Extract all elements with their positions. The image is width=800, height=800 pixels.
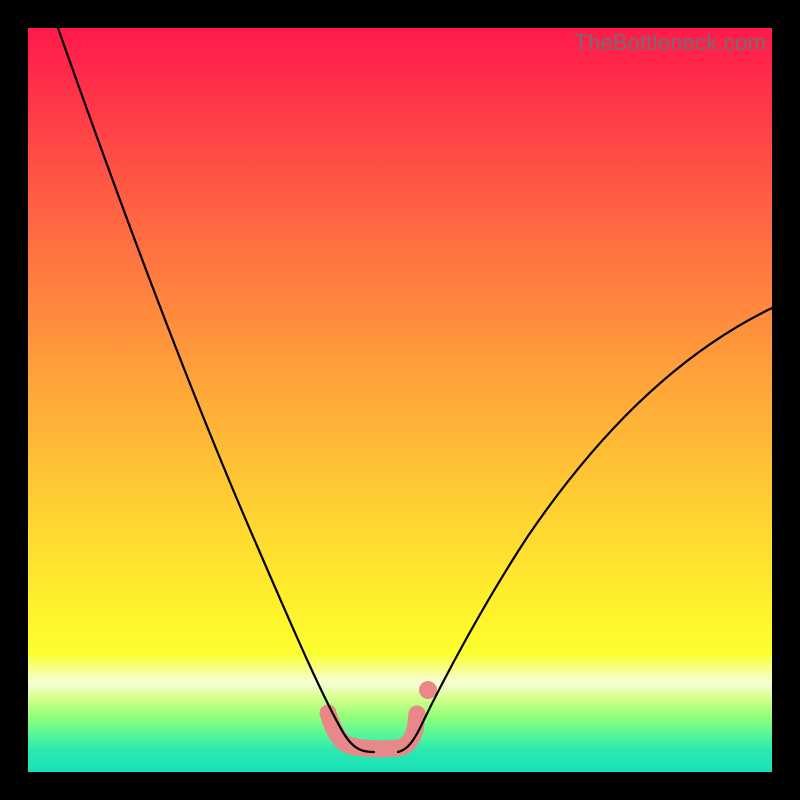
chart-frame: TheBottleneck.com: [0, 0, 800, 800]
curves-svg: [28, 28, 772, 772]
left-curve: [58, 28, 374, 752]
right-curve: [398, 308, 772, 752]
salmon-dot-icon: [419, 681, 437, 699]
chart-plot-area: TheBottleneck.com: [28, 28, 772, 772]
